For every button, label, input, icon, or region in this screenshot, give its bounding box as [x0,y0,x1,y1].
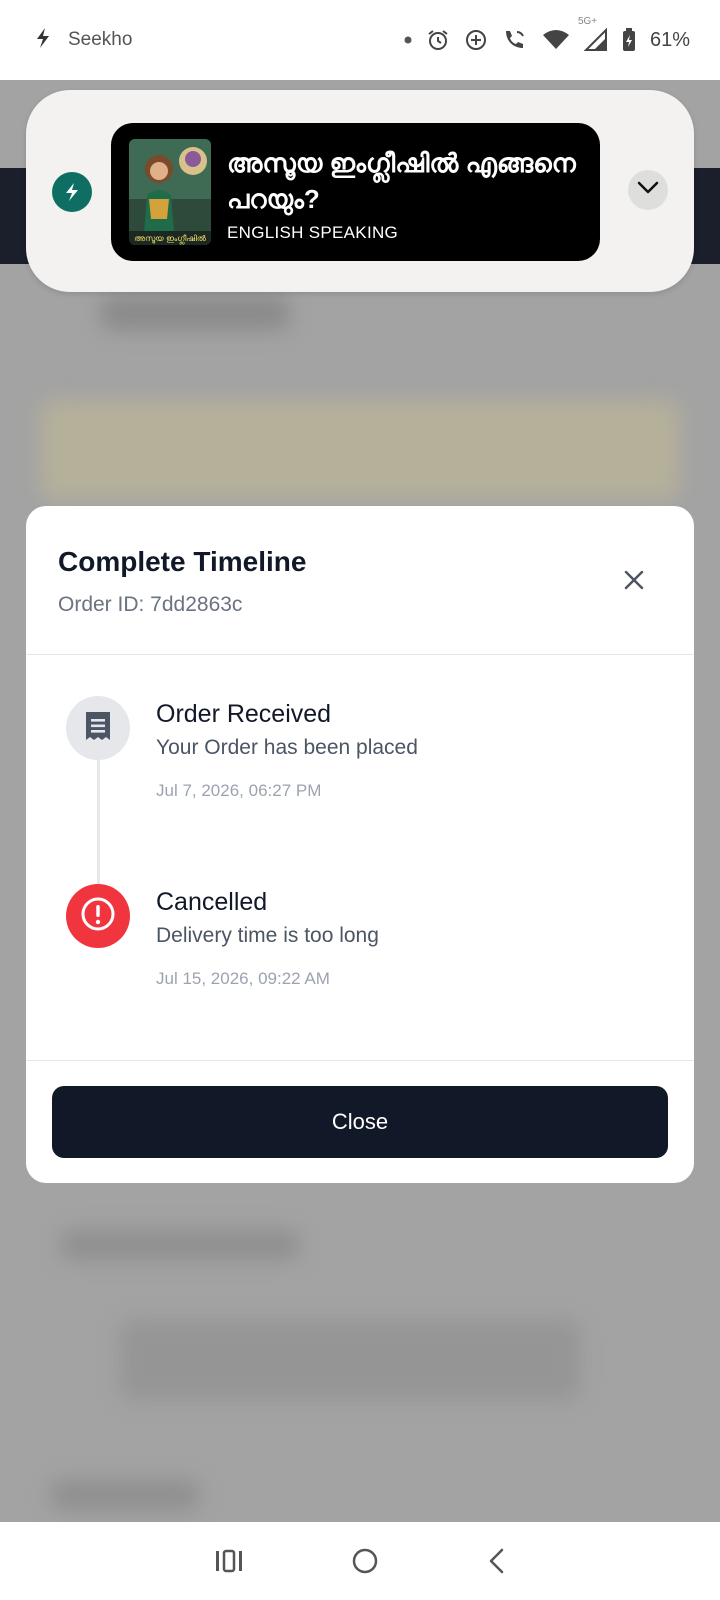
background-card-blur [40,400,680,500]
notification-thumbnail: അസൂയ ഇംഗ്ലീഷിൽ [129,139,211,245]
navigation-bar [0,1522,720,1600]
background-text-blur [50,1480,200,1510]
timeline-step-icon [66,696,130,760]
network-badge: 5G+ [577,16,598,27]
modal-title: Complete Timeline [58,546,307,577]
seekho-logo-icon [34,27,52,54]
footer-divider [26,1060,694,1061]
timeline-step-title: Cancelled [156,888,268,916]
timeline-step-description: Your Order has been placed [156,736,418,759]
wifi-call-icon [502,28,528,52]
timeline-step-title: Order Received [156,700,332,728]
seekho-app-icon [52,172,92,212]
notification-title: അസൂയ ഇംഗ്ലീഷിൽ എങ്ങനെ പറയും? [227,148,576,214]
alert-icon [80,896,116,937]
timeline-step-icon [66,884,130,948]
thumbnail-caption: അസൂയ ഇംഗ്ലീഷിൽ [134,234,206,244]
dot-icon [404,36,412,44]
close-icon [624,570,644,595]
signal-icon: 5G+ [578,16,608,52]
battery-percentage: 61% [649,28,690,51]
background-card-blur [120,1320,580,1400]
close-modal-button[interactable] [618,566,650,598]
battery-icon [622,28,636,52]
header-divider [26,654,694,655]
recent-apps-icon[interactable] [214,1549,244,1573]
alarm-icon [426,28,450,52]
timeline-step-description: Delivery time is too long [156,924,379,947]
status-bar: Seekho 5G+ 61% [0,0,720,80]
expand-notification-button[interactable] [628,170,668,210]
background-text-blur [60,1230,300,1260]
timeline-modal: Complete Timeline Order ID: 7dd2863c Ord… [26,506,694,1183]
timeline-step-time: Jul 7, 2026, 06:27 PM [156,781,322,800]
notification-subtitle: ENGLISH SPEAKING [227,223,399,242]
chevron-down-icon [637,181,659,200]
order-id: Order ID: 7dd2863c [58,593,243,616]
data-saver-icon [464,28,488,52]
wifi-icon [542,29,570,51]
background-text-blur [100,296,290,330]
notification-banner[interactable]: അസൂയ ഇംഗ്ലീഷിൽ അസൂയ ഇംഗ്ലീഷിൽ എങ്ങനെ പറയ… [26,90,694,292]
back-icon[interactable] [486,1548,506,1574]
status-app-name: Seekho [68,29,133,50]
close-button[interactable]: Close [52,1086,668,1158]
home-icon[interactable] [351,1547,379,1575]
notification-card[interactable]: അസൂയ ഇംഗ്ലീഷിൽ അസൂയ ഇംഗ്ലീഷിൽ എങ്ങനെ പറയ… [111,123,600,261]
receipt-icon [83,710,113,747]
timeline-step-time: Jul 15, 2026, 09:22 AM [156,969,330,988]
